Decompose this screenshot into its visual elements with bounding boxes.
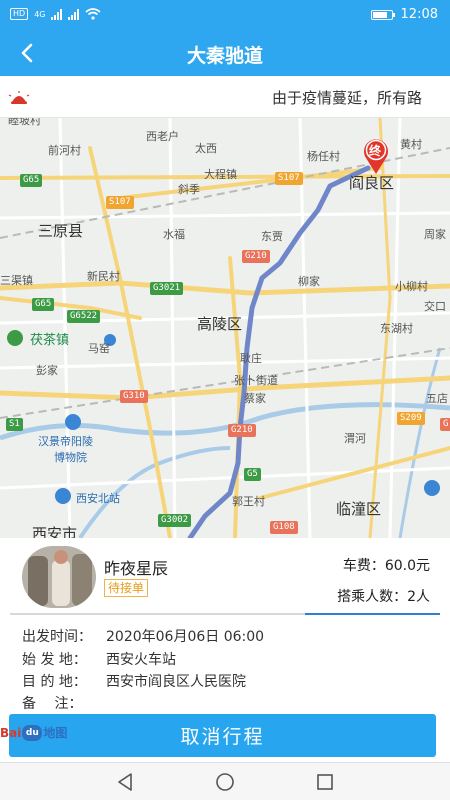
road-shield: G: [440, 418, 450, 431]
home-nav-icon[interactable]: [214, 771, 236, 793]
road-shield: G65: [32, 298, 55, 311]
road-shield: G210: [242, 250, 270, 263]
place-label: 周家: [424, 228, 446, 241]
place-label: 斜季: [178, 183, 200, 196]
baidu-suffix: 地图: [43, 726, 68, 740]
clock: 12:08: [400, 7, 438, 22]
hd-indicator: HD: [10, 8, 29, 20]
baidu-brand: Bai: [0, 725, 22, 740]
place-label: 马窑: [88, 342, 110, 355]
place-label: 水福: [163, 228, 185, 241]
trip-card: 昨夜星辰 待接单 车费：60.0元 搭乘人数：2人 出发时间： 2020年06月0…: [0, 538, 450, 762]
place-label: 渭河: [344, 432, 366, 445]
signal-icon-2: [68, 8, 80, 20]
road-shield: G6522: [67, 310, 101, 323]
road-shield: G3002: [158, 514, 192, 527]
road-shield: G65: [20, 174, 43, 187]
place-label: 西老户: [146, 130, 179, 143]
place-label: 东贾: [261, 230, 283, 243]
place-label: 柳家: [298, 275, 320, 288]
seats-label: 搭乘人数：: [337, 589, 408, 605]
signal-icon: [51, 8, 63, 20]
place-label: 大程镇: [204, 168, 237, 181]
notice-bar[interactable]: 由于疫情蔓延，所有路: [0, 76, 450, 118]
route-line: [187, 165, 371, 538]
place-label: 黄村: [400, 138, 422, 151]
cancel-trip-button[interactable]: 取消行程: [9, 714, 436, 757]
system-nav-bar: [0, 762, 450, 800]
place-label: 郭王村: [232, 495, 265, 508]
page-title: 大秦驰道: [186, 45, 263, 67]
place-label: 临潼区: [336, 500, 382, 518]
network-label: 4G: [34, 9, 46, 19]
origin-label: 始 发 地：: [22, 652, 87, 668]
destination-row: 目 的 地： 西安市阎良区人民医院: [22, 671, 246, 691]
place-label: 三渠镇: [0, 274, 33, 287]
road-shield: G210: [228, 424, 256, 437]
divider: [10, 613, 440, 615]
notice-text: 由于疫情蔓延，所有路: [272, 89, 423, 107]
road-shield: G3021: [150, 282, 184, 295]
fee-value: 60.0元: [384, 558, 430, 574]
place-label: 太西: [195, 142, 217, 155]
place-label: 睦坡村: [8, 118, 41, 127]
status-badge: 待接单: [104, 579, 149, 597]
seats-row: 搭乘人数：2人: [337, 586, 430, 606]
horn-icon: [8, 91, 30, 104]
departure-label: 出发时间：: [22, 629, 92, 645]
road-shield: G310: [120, 390, 148, 403]
place-label: 蔡家: [244, 392, 266, 405]
place-label: 西安北站: [76, 492, 120, 505]
place-label: 彭家: [36, 364, 58, 377]
remark-row: 备 注：: [22, 693, 106, 713]
destination-marker-text: 终: [369, 144, 382, 158]
recents-nav-icon[interactable]: [314, 771, 336, 793]
place-label: 前河村: [48, 144, 81, 157]
road-shield: S1: [6, 418, 23, 431]
place-label: 耿庄: [240, 352, 262, 365]
place-label: 小柳村: [395, 280, 428, 293]
place-label: 交口: [424, 300, 446, 313]
remark-label: 备 注：: [22, 696, 83, 712]
avatar[interactable]: [22, 546, 96, 608]
baidu-map-logo: Bai du 地图: [0, 724, 67, 741]
place-label: 高陵区: [197, 315, 243, 333]
place-label: 茯茶镇: [30, 333, 70, 348]
wifi-icon: [85, 8, 102, 20]
road-shield: S107: [275, 172, 303, 185]
back-nav-icon[interactable]: [114, 771, 136, 793]
origin-row: 始 发 地： 西安火车站: [22, 649, 176, 669]
departure-row: 出发时间： 2020年06月06日 06:00: [22, 626, 264, 646]
place-label: 阎良区: [349, 174, 395, 192]
driver-name: 昨夜星辰: [104, 559, 169, 578]
status-bar: HD 4G 12:08: [0, 0, 450, 30]
road-shield: S107: [106, 196, 134, 209]
place-label: 杨任村: [307, 150, 340, 163]
place-label: 五店: [426, 392, 448, 405]
place-label: 新民村: [87, 270, 120, 283]
place-label: 汉景帝阳陵: [38, 435, 93, 448]
place-label: 博物院: [54, 451, 87, 464]
destination-label: 目 的 地：: [22, 674, 87, 690]
place-label: 东湖村: [380, 322, 413, 335]
road-shield: G5: [244, 468, 261, 481]
paw-icon: du: [22, 724, 43, 741]
fee-label: 车费：: [342, 558, 385, 574]
road-shield: G108: [270, 521, 298, 534]
road-shield: S209: [397, 412, 425, 425]
map-view[interactable]: 终 睦坡村 西老户 前河村 太西 大程镇 杨任村 黄村 阎良区 斜季 三原县 水…: [0, 118, 450, 538]
origin-value: 西安火车站: [106, 652, 176, 668]
seats-value: 2人: [407, 589, 430, 605]
place-label: 张卜街道: [234, 374, 278, 387]
place-label: 三原县: [38, 222, 84, 240]
place-label: 西安市: [32, 525, 78, 538]
destination-value: 西安市阎良区人民医院: [106, 674, 246, 690]
fee-row: 车费：60.0元: [343, 555, 430, 575]
battery-icon: [370, 9, 395, 20]
nav-bar: 大秦驰道: [0, 30, 450, 76]
departure-value: 2020年06月06日 06:00: [106, 629, 265, 645]
